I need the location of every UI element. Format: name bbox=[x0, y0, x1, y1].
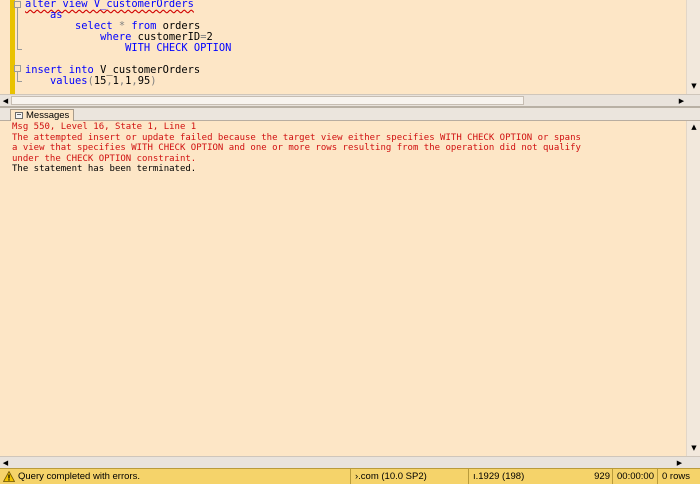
message-line: a view that specifies WITH CHECK OPTION … bbox=[12, 143, 581, 154]
status-bar: Query completed with errors. ›.com (10.0… bbox=[0, 468, 700, 484]
editor-scroll-thumb[interactable] bbox=[11, 96, 524, 105]
tab-messages[interactable]: Messages bbox=[10, 109, 75, 121]
status-text: Query completed with errors. bbox=[18, 471, 140, 482]
message-line: Msg 550, Level 16, State 1, Line 1 bbox=[12, 122, 197, 132]
collapse-block-icon[interactable] bbox=[14, 1, 21, 8]
code-line[interactable]: WITH CHECK OPTION bbox=[25, 43, 231, 54]
scrollbar-corner bbox=[686, 457, 700, 468]
messages-pane[interactable]: Msg 550, Level 16, State 1, Line 1 The at… bbox=[0, 121, 686, 456]
message-line: The attempted insert or update failed be… bbox=[12, 132, 581, 143]
status-rows: 0 rows bbox=[657, 469, 700, 484]
collapse-block-icon[interactable] bbox=[14, 65, 21, 72]
code-token: ) bbox=[150, 75, 157, 87]
status-elapsed: 00:00:00 bbox=[612, 469, 657, 484]
scroll-down-icon[interactable]: ▼ bbox=[687, 80, 700, 92]
query-editor[interactable]: alter view V_customerOrders as select * … bbox=[0, 0, 700, 94]
scroll-up-icon[interactable]: ▲ bbox=[687, 121, 700, 133]
outline-end-tick bbox=[17, 49, 22, 50]
messages-horizontal-scrollbar[interactable]: ◀ ▶ bbox=[0, 456, 700, 468]
status-spid: 929 bbox=[594, 471, 610, 482]
outline-end-tick bbox=[17, 81, 22, 82]
status-server: ›.com (10.0 SP2) bbox=[350, 469, 468, 484]
code-token: WITH CHECK OPTION bbox=[125, 42, 232, 54]
code-token: 95 bbox=[137, 75, 151, 87]
scroll-down-icon[interactable]: ▼ bbox=[687, 442, 700, 454]
code-token: values bbox=[50, 75, 88, 87]
message-line: under the CHECK OPTION constraint. bbox=[12, 153, 197, 164]
change-tracking-bar bbox=[10, 0, 15, 94]
messages-vertical-scrollbar[interactable]: ▲ ▼ bbox=[686, 121, 700, 456]
editor-horizontal-scrollbar[interactable]: ◀ ▶ bbox=[0, 94, 700, 106]
editor-margin bbox=[0, 0, 10, 94]
code-token: 15 bbox=[93, 75, 107, 87]
tab-messages-label: Messages bbox=[26, 110, 70, 121]
status-user: ı.1929 (198) bbox=[468, 469, 592, 484]
messages-icon bbox=[15, 112, 23, 119]
message-line: The statement has been terminated. bbox=[12, 164, 197, 175]
results-tabbar: Messages bbox=[0, 108, 700, 121]
outline-line bbox=[17, 8, 18, 50]
editor-vertical-scrollbar[interactable]: ▼ bbox=[686, 0, 700, 94]
code-line[interactable]: values(15,1,1,95) bbox=[25, 76, 156, 87]
